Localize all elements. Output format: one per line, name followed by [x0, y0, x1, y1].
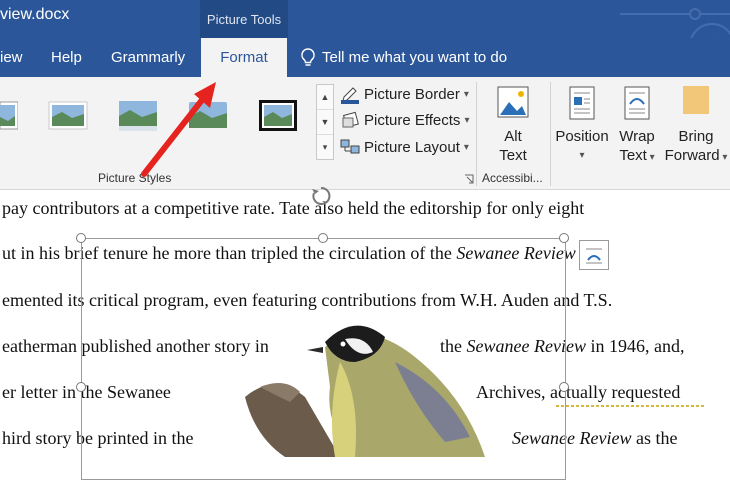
bring-forward-button[interactable]: Bring Forward ▾: [662, 84, 730, 167]
resize-handle-top-right[interactable]: [559, 233, 569, 243]
tell-me-search[interactable]: Tell me what you want to do: [300, 38, 507, 77]
layout-options-button[interactable]: [579, 240, 609, 270]
picture-tools-context-label: Picture Tools: [200, 0, 288, 38]
picture-border-icon: [341, 87, 359, 104]
bring-forward-icon: [683, 86, 709, 114]
ribbon-divider: [476, 82, 477, 186]
alt-text-button[interactable]: Alt Text: [493, 84, 533, 165]
chevron-down-icon: ▾: [719, 152, 728, 163]
chevron-down-icon: ▾: [463, 88, 469, 100]
alt-text-icon: [497, 86, 529, 118]
wrap-text-label-1: Wrap: [619, 128, 655, 145]
gallery-up-icon[interactable]: ▲: [317, 85, 333, 110]
picture-effects-icon: [342, 111, 359, 128]
picture-effects-label: Picture Effects: [364, 111, 461, 129]
annotation-arrow: [141, 82, 216, 177]
tab-format[interactable]: Format: [201, 38, 287, 77]
tell-me-label: Tell me what you want to do: [322, 49, 508, 66]
position-label: Position: [555, 128, 609, 145]
chevron-down-icon: ▾: [646, 152, 655, 163]
gallery-down-icon[interactable]: ▼: [317, 110, 333, 135]
picture-layout-icon: [340, 139, 360, 154]
gallery-more-icon[interactable]: ▾: [317, 135, 333, 159]
tab-grammarly[interactable]: Grammarly: [111, 38, 185, 77]
accessibility-group-label: Accessibi...: [482, 171, 543, 185]
wrap-text-icon: [624, 86, 650, 120]
dialog-launcher-icon[interactable]: [464, 174, 474, 184]
picture-effects-button[interactable]: Picture Effects ▾: [340, 109, 469, 131]
bring-forward-label-2: Forward ▾: [662, 146, 730, 167]
lightbulb-icon: [301, 47, 315, 66]
title-bar: view.docx Picture Tools: [0, 0, 730, 69]
tab-help[interactable]: Help: [51, 38, 82, 77]
picture-layout-label: Picture Layout: [364, 138, 460, 156]
picture-border-label: Picture Border: [364, 85, 460, 103]
ribbon-divider: [550, 82, 551, 186]
picture-style-thumb-1[interactable]: [0, 99, 19, 132]
doc-line-4b-end: in 1946, and,: [585, 336, 685, 356]
bring-forward-label-1: Bring: [678, 128, 714, 145]
doc-line-1: pay contributors at a competitive rate. …: [2, 198, 585, 218]
wrap-text-label-2: Text ▾: [612, 146, 662, 167]
picture-layout-button[interactable]: Picture Layout ▾: [340, 136, 469, 158]
rotate-handle-icon[interactable]: [310, 185, 332, 207]
style-gallery-scroll[interactable]: ▲ ▼ ▾: [316, 84, 334, 160]
picture-style-thumb-2[interactable]: [48, 99, 88, 132]
alt-text-label-1: Alt: [504, 128, 522, 145]
position-icon: [569, 86, 595, 120]
layout-options-icon: [586, 248, 602, 264]
alt-text-label-2: Text: [499, 147, 527, 164]
wrap-text-button[interactable]: Wrap Text ▾: [612, 84, 662, 167]
resize-handle-middle-right[interactable]: [559, 382, 569, 392]
resize-handle-top-left[interactable]: [76, 233, 86, 243]
tab-view[interactable]: iew: [0, 38, 23, 77]
picture-border-button[interactable]: Picture Border ▾: [340, 83, 469, 105]
image-selection-frame: [81, 238, 566, 480]
window-title: view.docx: [0, 6, 70, 23]
chevron-down-icon: ▾: [463, 141, 469, 153]
wrap-text-label-2-text: Text: [619, 147, 647, 164]
grammar-underline: [556, 405, 706, 407]
picture-style-thumb-5[interactable]: [258, 99, 298, 132]
chevron-down-icon: ▾: [464, 114, 470, 126]
resize-handle-middle-left[interactable]: [76, 382, 86, 392]
chevron-down-icon: ▾: [579, 150, 585, 161]
resize-handle-top-center[interactable]: [318, 233, 328, 243]
bring-forward-label-2-text: Forward: [664, 147, 720, 164]
position-button[interactable]: Position ▾: [555, 84, 609, 165]
doc-line-6b-end: as the: [631, 428, 678, 448]
